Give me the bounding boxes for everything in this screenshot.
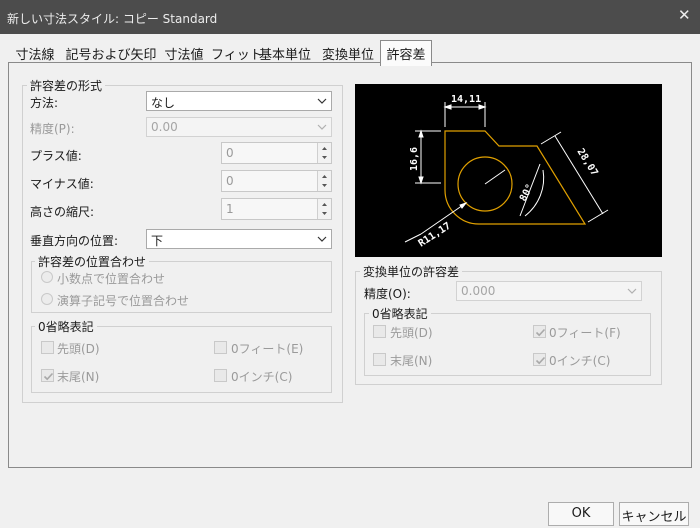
ok-button[interactable]: OK <box>548 502 614 526</box>
chevron-up-icon[interactable] <box>318 171 331 181</box>
zero-suppression-title: 0省略表記 <box>35 318 97 335</box>
chevron-down-icon <box>317 98 327 104</box>
preview-drawing: 14,11 16,6 28,07 80° R11,17 <box>404 94 609 250</box>
alt-inches-label: 0インチ(C) <box>549 354 611 368</box>
preview-pane: 14,11 16,6 28,07 80° R11,17 <box>355 84 662 257</box>
tab-fit[interactable]: フィット <box>211 42 263 64</box>
chevron-up-icon[interactable] <box>318 199 331 209</box>
plus-value: 0 <box>226 146 234 160</box>
tab-text[interactable]: 寸法値 <box>161 42 207 64</box>
minus-value-stepper[interactable]: 0 <box>221 170 332 192</box>
alt-precision-select[interactable]: 0.000 <box>456 281 642 301</box>
close-button[interactable]: ✕ <box>672 4 696 28</box>
stepper-buttons <box>317 171 331 191</box>
trailing-checkbox[interactable] <box>41 369 54 382</box>
align-operator-label: 演算子記号で位置合わせ <box>57 294 190 308</box>
feet-label: 0フィート(E) <box>231 342 304 356</box>
vertical-position-label: 垂直方向の位置: <box>30 234 119 248</box>
tolerance-format-title: 許容差の形式 <box>27 77 106 94</box>
close-icon: ✕ <box>678 6 691 24</box>
leading-label: 先頭(D) <box>57 342 100 356</box>
checkmark-icon <box>43 372 54 381</box>
feet-checkbox[interactable] <box>214 341 227 354</box>
alt-trailing-label: 末尾(N) <box>390 354 433 368</box>
alt-leading-label: 先頭(D) <box>390 326 433 340</box>
align-operator-radio[interactable] <box>41 293 53 305</box>
chevron-down-icon[interactable] <box>318 153 331 163</box>
alt-trailing-checkbox[interactable] <box>373 353 386 366</box>
chevron-up-icon[interactable] <box>318 143 331 153</box>
align-decimal-label: 小数点で位置合わせ <box>57 272 166 286</box>
leading-checkbox[interactable] <box>41 341 54 354</box>
preview-dim-top: 14,11 <box>451 94 481 105</box>
alt-zero-suppression-title: 0省略表記 <box>369 305 431 322</box>
alt-inches-checkbox[interactable] <box>533 353 546 366</box>
stepper-buttons <box>317 199 331 219</box>
checkmark-icon <box>535 356 546 365</box>
method-label: 方法: <box>30 96 59 110</box>
vertical-position-select[interactable]: 下 <box>146 229 332 249</box>
alt-units-tolerance-title: 変換単位の許容差 <box>360 263 463 280</box>
alt-feet-checkbox[interactable] <box>533 325 546 338</box>
title-bar: 新しい寸法スタイル: コピー Standard ✕ <box>0 0 700 34</box>
tab-tolerances[interactable]: 許容差 <box>380 40 432 66</box>
preview-dim-angle: 80° <box>518 182 536 203</box>
plus-value-label: プラス値: <box>30 149 82 163</box>
chevron-down-icon <box>627 288 637 294</box>
window-title: 新しい寸法スタイル: コピー Standard <box>7 12 218 26</box>
height-scale-stepper[interactable]: 1 <box>221 198 332 220</box>
chevron-down-icon[interactable] <box>318 209 331 219</box>
chevron-down-icon <box>317 236 327 242</box>
minus-value-label: マイナス値: <box>30 177 94 191</box>
tab-dimension-lines[interactable]: 寸法線 <box>13 42 57 64</box>
method-value: なし <box>151 96 176 110</box>
chevron-down-icon[interactable] <box>318 181 331 191</box>
trailing-label: 末尾(N) <box>57 370 100 384</box>
stepper-buttons <box>317 143 331 163</box>
vertical-position-value: 下 <box>151 234 164 248</box>
height-scale-label: 高さの縮尺: <box>30 205 95 219</box>
alt-feet-label: 0フィート(F) <box>549 326 621 340</box>
alt-leading-checkbox[interactable] <box>373 325 386 338</box>
tolerance-alignment-title: 許容差の位置合わせ <box>35 253 150 270</box>
tab-primary-units[interactable]: 基本単位 <box>255 42 315 64</box>
precision-value: 0.00 <box>151 120 178 134</box>
inches-label: 0インチ(C) <box>231 370 293 384</box>
tab-alternate-units[interactable]: 変換単位 <box>318 42 378 64</box>
align-decimal-radio[interactable] <box>41 271 53 283</box>
plus-value-stepper[interactable]: 0 <box>221 142 332 164</box>
precision-select[interactable]: 0.00 <box>146 117 332 137</box>
inches-checkbox[interactable] <box>214 369 227 382</box>
precision-label: 精度(P): <box>30 122 75 136</box>
cancel-button[interactable]: キャンセル <box>619 502 689 526</box>
chevron-down-icon <box>317 124 327 130</box>
alt-precision-value: 0.000 <box>461 284 496 298</box>
tab-strip: 寸法線 記号および矢印 寸法値 フィット 基本単位 変換単位 許容差 <box>0 34 700 66</box>
preview-dim-left: 16,6 <box>409 147 420 171</box>
alt-precision-label: 精度(O): <box>364 287 411 301</box>
tab-symbols-arrows[interactable]: 記号および矢印 <box>63 42 159 64</box>
height-scale-value: 1 <box>226 202 234 216</box>
method-select[interactable]: なし <box>146 91 332 111</box>
minus-value: 0 <box>226 174 234 188</box>
checkmark-icon <box>535 328 546 337</box>
